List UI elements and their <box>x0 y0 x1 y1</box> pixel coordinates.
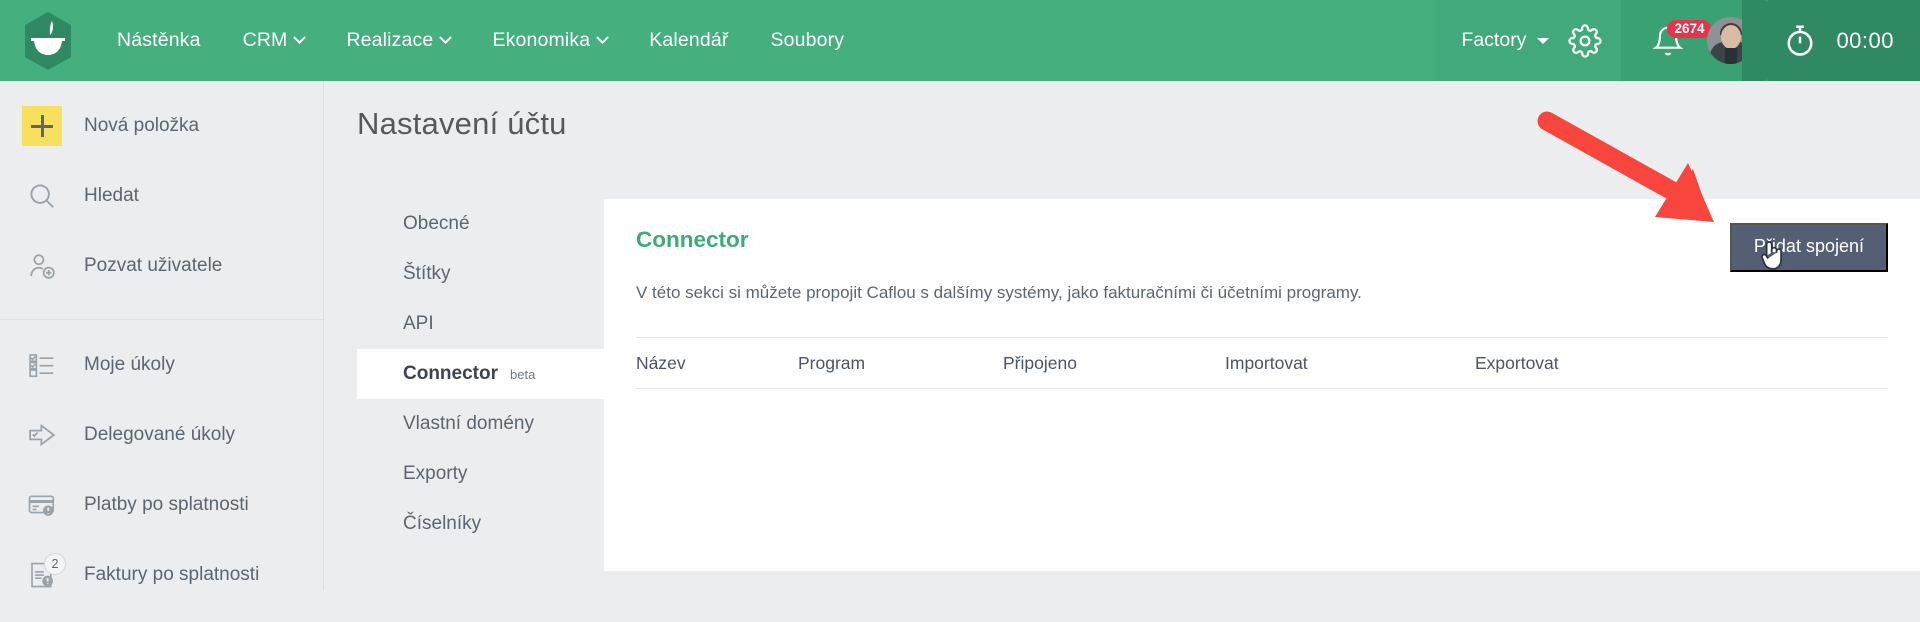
column-header-importovat: Importovat <box>1225 353 1475 374</box>
nav-item-label: Realizace <box>346 29 433 52</box>
top-navigation-bar: Nástěnka CRM Realizace Ekonomika Kalendá… <box>0 0 1920 81</box>
overdue-invoice-icon: 2 <box>18 551 66 599</box>
settings-nav-label: Connector <box>403 363 498 385</box>
settings-nav-label: Štítky <box>403 263 451 285</box>
settings-button[interactable] <box>1549 0 1621 81</box>
sidebar-item-label: Hledat <box>84 185 139 207</box>
beta-tag: beta <box>510 367 535 382</box>
notifications-button[interactable]: 2674 <box>1647 20 1689 62</box>
settings-nav-item-api[interactable]: API <box>357 299 632 349</box>
nav-item-realizace[interactable]: Realizace <box>325 0 471 81</box>
invite-user-icon <box>18 242 66 290</box>
overdue-payment-icon <box>18 481 66 529</box>
settings-nav-label: API <box>403 313 434 335</box>
account-name[interactable]: Factory <box>1461 29 1549 52</box>
sidebar-item-label: Nová položka <box>84 115 199 137</box>
panel-description: V této sekci si můžete propojit Caflou s… <box>636 283 1362 303</box>
checklist-icon <box>18 341 66 389</box>
chevron-down-icon <box>596 31 609 44</box>
table-header-row: Název Program Připojeno Importovat Expor… <box>636 337 1888 389</box>
avatar-head <box>1721 25 1741 49</box>
connector-panel: Connector Přidat spojení V této sekci si… <box>604 199 1920 571</box>
stopwatch-button[interactable] <box>1778 19 1822 63</box>
settings-nav-label: Obecné <box>403 213 470 235</box>
page-title: Nastavení účtu <box>357 106 567 142</box>
main-menu: Nástěnka CRM Realizace Ekonomika Kalendá… <box>96 0 865 81</box>
chevron-down-icon <box>294 31 307 44</box>
chevron-down-icon <box>440 31 453 44</box>
nav-item-kalendar[interactable]: Kalendář <box>628 0 749 81</box>
column-header-nazev: Název <box>636 353 798 374</box>
settings-nav-label: Vlastní domény <box>403 413 534 435</box>
gear-icon <box>1568 24 1602 58</box>
panel-heading: Connector <box>636 227 749 253</box>
connections-table: Název Program Připojeno Importovat Expor… <box>636 337 1888 389</box>
settings-nav-label: Číselníky <box>403 513 481 535</box>
chevron-down-icon <box>1537 38 1549 44</box>
sidebar-item-platby-po-splatnosti[interactable]: Platby po splatnosti <box>0 470 323 540</box>
settings-nav-item-connector[interactable]: Connector beta <box>357 349 632 399</box>
stopwatch-icon <box>1782 23 1818 59</box>
column-header-pripojeno: Připojeno <box>1003 353 1225 374</box>
nav-item-label: Nástěnka <box>117 29 201 52</box>
timer-value: 00:00 <box>1836 28 1894 54</box>
app-logo[interactable] <box>0 0 96 81</box>
timer-widget[interactable]: 00:00 <box>1768 0 1920 81</box>
settings-nav-label: Exporty <box>403 463 467 485</box>
settings-nav-item-stitky[interactable]: Štítky <box>357 249 632 299</box>
nav-item-label: Ekonomika <box>492 29 590 52</box>
sidebar-item-label: Delegované úkoly <box>84 424 235 446</box>
settings-nav-item-obecne[interactable]: Obecné <box>357 199 632 249</box>
left-sidebar: Nová položka Hledat Pozvat uživatele <box>0 81 324 590</box>
search-icon <box>18 172 66 220</box>
sidebar-item-delegovane-ukoly[interactable]: Delegované úkoly <box>0 400 323 470</box>
nav-item-ekonomika[interactable]: Ekonomika <box>471 0 628 81</box>
account-switcher[interactable]: Factory <box>1435 0 1621 81</box>
sidebar-badge: 2 <box>44 553 66 575</box>
topbar-right-cluster: Factory 2674 <box>1435 0 1920 81</box>
avatar-shirt <box>1725 48 1737 64</box>
plus-icon <box>18 102 66 150</box>
account-settings-page: Nastavení účtu Obecné Štítky API Connect… <box>325 81 1920 590</box>
column-header-exportovat: Exportovat <box>1475 353 1725 374</box>
sidebar-group-tasks: Moje úkoly Delegované úkoly <box>0 320 323 622</box>
sidebar-item-label: Faktury po splatnosti <box>84 564 259 586</box>
sidebar-item-label: Platby po splatnosti <box>84 494 249 516</box>
settings-nav-item-vlastni-domeny[interactable]: Vlastní domény <box>357 399 632 449</box>
nav-item-crm[interactable]: CRM <box>222 0 326 81</box>
nav-item-label: Soubory <box>771 29 845 52</box>
nav-item-soubory[interactable]: Soubory <box>750 0 866 81</box>
sidebar-item-label: Moje úkoly <box>84 354 175 376</box>
nav-item-label: Kalendář <box>649 29 728 52</box>
settings-sub-navigation: Obecné Štítky API Connector beta Vlastní… <box>357 199 632 549</box>
column-header-program: Program <box>798 353 1003 374</box>
delegated-arrow-icon <box>18 411 66 459</box>
account-name-label: Factory <box>1461 29 1526 52</box>
nav-item-nastenka[interactable]: Nástěnka <box>96 0 222 81</box>
settings-nav-item-ciselniky[interactable]: Číselníky <box>357 499 632 549</box>
sidebar-item-hledat[interactable]: Hledat <box>0 161 323 231</box>
settings-nav-item-exporty[interactable]: Exporty <box>357 449 632 499</box>
sidebar-item-nova-polozka[interactable]: Nová položka <box>0 91 323 161</box>
sidebar-item-moje-ukoly[interactable]: Moje úkoly <box>0 330 323 400</box>
sidebar-item-label: Pozvat uživatele <box>84 255 222 277</box>
nav-item-label: CRM <box>243 29 288 52</box>
caflou-bowl-logo-icon <box>21 11 75 71</box>
sidebar-group-actions: Nová položka Hledat Pozvat uživatele <box>0 81 323 320</box>
notification-badge: 2674 <box>1667 20 1711 39</box>
sidebar-item-faktury-po-splatnosti[interactable]: 2 Faktury po splatnosti <box>0 540 323 610</box>
hand-pointer-cursor-icon <box>1756 235 1790 275</box>
add-connection-button[interactable]: Přidat spojení <box>1730 223 1888 272</box>
sidebar-item-pozvat-uzivatele[interactable]: Pozvat uživatele <box>0 231 323 301</box>
